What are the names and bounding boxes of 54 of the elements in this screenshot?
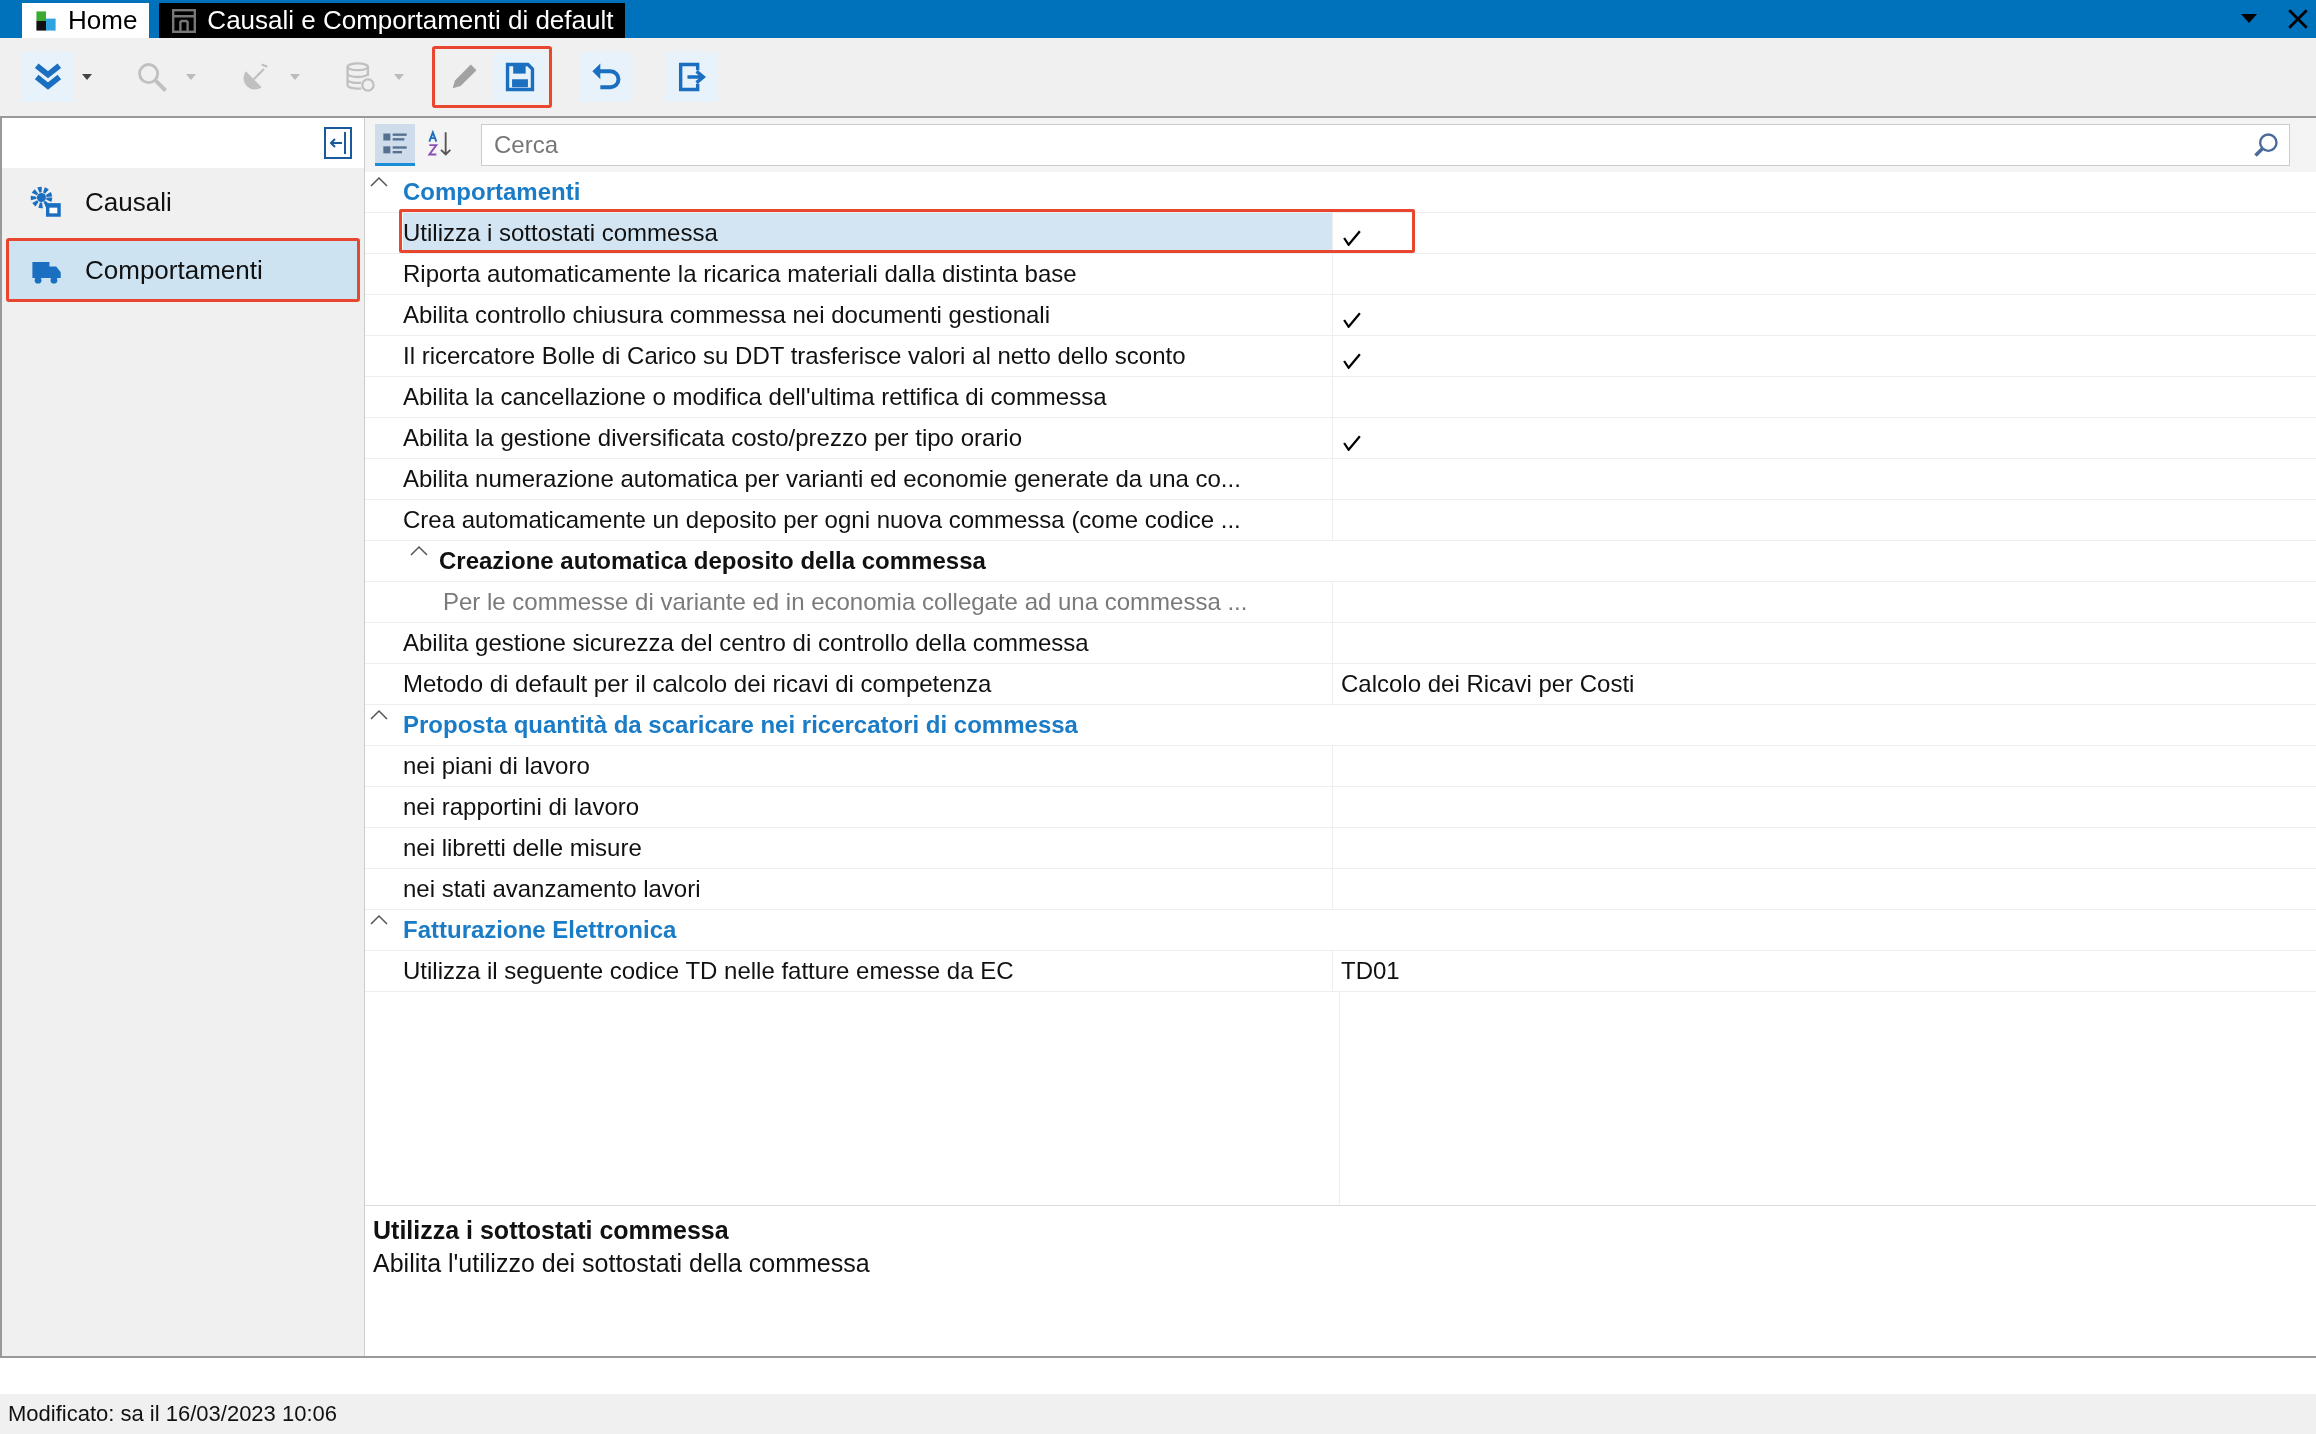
property-label[interactable]: nei rapportini di lavoro (403, 793, 640, 821)
property-label[interactable]: Metodo di default per il calcolo dei ricavi di competenza (403, 670, 992, 698)
property-label[interactable]: Utilizza il seguente codice TD nelle fatture emesse da EC (403, 957, 1014, 985)
property-label[interactable]: nei libretti delle misure (403, 834, 642, 862)
window-tab[interactable]: Causali e Comportamenti di default (159, 3, 626, 38)
app-logo-icon (34, 8, 58, 33)
toolbar-button[interactable] (22, 52, 74, 102)
property-label[interactable]: Abilita gestione sicurezza del centro di controllo della commessa (403, 629, 1089, 657)
property-value[interactable]: TD01 (1341, 957, 1400, 985)
category-heading: Comportamenti (403, 178, 581, 206)
property-value[interactable]: Calcolo dei Ricavi per Costi (1341, 670, 1635, 698)
property-label[interactable]: Abilita la gestione diversificata costo/prezzo per tipo orario (403, 424, 1022, 452)
caret-icon[interactable] (369, 914, 389, 926)
check-icon[interactable] (1343, 353, 1361, 369)
window-icon (171, 8, 198, 33)
toolbar-button[interactable] (580, 52, 632, 102)
description-text: Abilita l'utilizzo dei sottostati della commessa (373, 1249, 871, 1278)
property-label[interactable]: Il ricercatore Bolle di Carico su DDT trasferisce valori al netto dello sconto (403, 342, 1186, 370)
check-icon[interactable] (1343, 312, 1361, 328)
status-text: Modificato: sa il 16/03/2023 10:06 (8, 1401, 337, 1427)
category-heading: Fatturazione Elettronica (403, 916, 677, 944)
dropdown-arrow-icon[interactable] (82, 74, 92, 80)
database-icon (343, 60, 377, 94)
view-toggle-button[interactable] (375, 124, 415, 166)
property-label[interactable]: nei stati avanzamento lavori (403, 875, 701, 903)
search-field[interactable]: Cerca (481, 124, 2290, 166)
description-title: Utilizza i sottostati commessa (373, 1216, 730, 1245)
search-icon (2252, 131, 2280, 159)
property-label[interactable]: Abilita controllo chiusura commessa nei documenti gestionali (403, 301, 1050, 329)
search-icon (135, 60, 169, 94)
property-label[interactable]: Riporta automaticamente la ricarica materiali dalla distinta base (403, 260, 1077, 288)
property-label: Per le commesse di variante ed in economia collegate ad una commessa ... (443, 588, 1248, 616)
check-icon[interactable] (1343, 435, 1361, 451)
close-icon[interactable] (2288, 9, 2308, 29)
caret-icon[interactable] (409, 545, 429, 557)
sidebar-item[interactable]: Comportamenti (6, 238, 360, 302)
toolbar-button[interactable] (666, 52, 718, 102)
collapse-panel-button[interactable] (324, 127, 352, 159)
category-heading: Proposta quantità da scaricare nei ricercatori di commessa (403, 711, 1078, 739)
save-icon (503, 60, 537, 94)
caret-icon[interactable] (369, 709, 389, 721)
toolbar-button[interactable] (494, 52, 546, 102)
check-icon[interactable] (1343, 230, 1361, 246)
property-label[interactable]: Crea automaticamente un deposito per ogni nuova commessa (come codice ... (403, 506, 1241, 534)
subgroup-heading: Creazione automatica deposito della commessa (439, 547, 986, 575)
property-label[interactable]: nei piani di lavoro (403, 752, 590, 780)
caret-icon[interactable] (369, 176, 389, 188)
collapse-panel-icon (330, 131, 346, 155)
property-label[interactable]: Abilita la cancellazione o modifica dell'ultima rettifica di commessa (403, 383, 1107, 411)
sidebar-item[interactable]: Causali (6, 170, 360, 234)
dropdown-arrow-icon[interactable] (2240, 14, 2258, 24)
property-label[interactable]: Abilita numerazione automatica per varianti ed economie generate da una co... (403, 465, 1241, 493)
gear-icon (29, 185, 63, 219)
window-tab[interactable]: Home (22, 3, 150, 38)
